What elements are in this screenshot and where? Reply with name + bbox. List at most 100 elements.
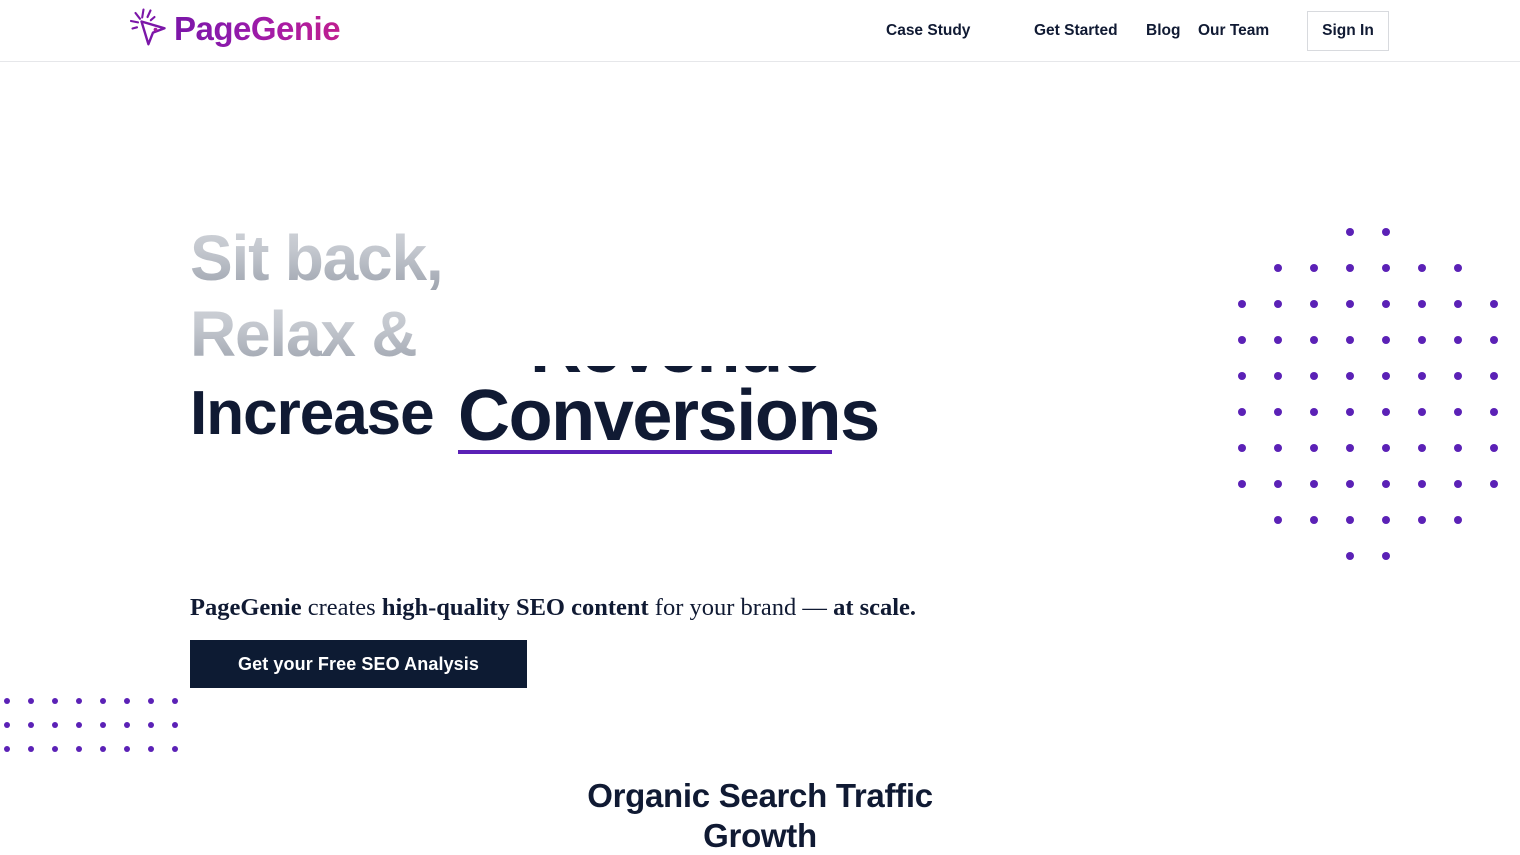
decor-dot	[52, 746, 58, 752]
decor-dot	[1274, 480, 1282, 488]
decor-dot	[1382, 444, 1390, 452]
decor-dot	[1346, 408, 1354, 416]
decor-dot	[1454, 336, 1462, 344]
decor-dot	[1346, 372, 1354, 380]
decor-dot	[52, 722, 58, 728]
decor-dot	[1346, 444, 1354, 452]
subhead-brand: PageGenie	[190, 594, 302, 621]
subhead-emphasis-1: high-quality SEO content	[381, 594, 649, 621]
decor-dot	[1346, 264, 1354, 272]
decor-dot	[1454, 480, 1462, 488]
rotating-word-current: Conversions	[458, 376, 878, 454]
decor-dots-circle	[1238, 228, 1520, 588]
decor-dot	[1418, 264, 1426, 272]
brand-logo[interactable]: PageGenie	[128, 6, 341, 52]
headline-line-2: Relax &	[190, 296, 1090, 372]
decor-dot	[148, 698, 154, 704]
decor-dot	[1238, 372, 1246, 380]
decor-dot	[148, 722, 154, 728]
hero-copy: Sit back, Relax & Increase Revenue Conve…	[190, 220, 1090, 462]
decor-dot	[1418, 372, 1426, 380]
decor-dot	[172, 698, 178, 704]
decor-dot	[1454, 300, 1462, 308]
decor-dot	[1346, 336, 1354, 344]
decor-dot	[1274, 372, 1282, 380]
decor-dot	[1382, 552, 1390, 560]
decor-dot	[100, 698, 106, 704]
decor-dot	[1490, 300, 1498, 308]
decor-dot	[1490, 372, 1498, 380]
decor-dot	[1310, 408, 1318, 416]
decor-dot	[1274, 264, 1282, 272]
decor-dot	[1346, 300, 1354, 308]
headline-line-1: Sit back,	[190, 220, 1090, 296]
decor-dot	[172, 746, 178, 752]
rotating-word-underline	[458, 450, 832, 454]
decor-dot	[1382, 408, 1390, 416]
decor-dot	[76, 722, 82, 728]
section-heading-line-1: Organic Search Traffic	[587, 777, 933, 814]
decor-dot	[148, 746, 154, 752]
decor-dot	[1346, 516, 1354, 524]
decor-dot	[1418, 408, 1426, 416]
decor-dot	[1490, 444, 1498, 452]
headline-line-3: Increase Revenue Conversions	[190, 366, 1090, 462]
decor-dot	[1418, 516, 1426, 524]
decor-dot	[1382, 264, 1390, 272]
magic-wand-cursor-icon	[129, 8, 166, 46]
decor-dot	[4, 698, 10, 704]
decor-dot	[76, 698, 82, 704]
decor-dot	[1274, 516, 1282, 524]
decor-dot	[28, 722, 34, 728]
decor-dot	[1274, 336, 1282, 344]
decor-dot	[1310, 444, 1318, 452]
decor-dot	[100, 746, 106, 752]
nav-link-get-started[interactable]: Get Started	[1034, 0, 1118, 62]
hero-subheading: PageGenie creates high-quality SEO conte…	[190, 593, 916, 623]
sign-in-button[interactable]: Sign In	[1307, 11, 1389, 51]
decor-dot	[76, 746, 82, 752]
decor-dot	[1274, 408, 1282, 416]
decor-dot	[1346, 480, 1354, 488]
decor-dot	[1382, 372, 1390, 380]
decor-dot	[1490, 480, 1498, 488]
decor-dot	[1238, 480, 1246, 488]
nav-link-case-study[interactable]: Case Study	[886, 0, 970, 62]
decor-dot	[1418, 336, 1426, 344]
decor-dot	[1490, 336, 1498, 344]
decor-dot	[1382, 300, 1390, 308]
free-seo-analysis-button[interactable]: Get your Free SEO Analysis	[190, 640, 527, 688]
decor-dot	[1418, 480, 1426, 488]
decor-dot	[1238, 336, 1246, 344]
decor-dot	[1310, 336, 1318, 344]
decor-dot	[124, 746, 130, 752]
decor-dot	[124, 698, 130, 704]
subhead-emphasis-2: at scale.	[833, 594, 917, 621]
decor-dot	[100, 722, 106, 728]
decor-dot	[1238, 444, 1246, 452]
decor-dot	[1418, 444, 1426, 452]
decor-dot	[172, 722, 178, 728]
decor-dot	[1418, 300, 1426, 308]
decor-dot	[28, 698, 34, 704]
decor-dot	[1382, 480, 1390, 488]
site-header: PageGenie Case Study Get Started Blog Ou…	[0, 0, 1520, 62]
decor-dot	[4, 722, 10, 728]
decor-dot	[1238, 300, 1246, 308]
decor-dot	[1274, 444, 1282, 452]
decor-dot	[124, 722, 130, 728]
decor-dot	[1238, 408, 1246, 416]
decor-dot	[1310, 516, 1318, 524]
decor-dot	[1454, 444, 1462, 452]
decor-dot	[1382, 516, 1390, 524]
decor-dot	[1454, 408, 1462, 416]
decor-dot	[4, 746, 10, 752]
nav-link-blog[interactable]: Blog	[1146, 0, 1180, 62]
decor-dot	[1382, 336, 1390, 344]
decor-dot	[52, 698, 58, 704]
brand-name: PageGenie	[174, 6, 341, 52]
decor-dot	[1382, 228, 1390, 236]
decor-dot	[1490, 408, 1498, 416]
nav-link-our-team[interactable]: Our Team	[1198, 0, 1269, 62]
decor-dot	[1454, 264, 1462, 272]
